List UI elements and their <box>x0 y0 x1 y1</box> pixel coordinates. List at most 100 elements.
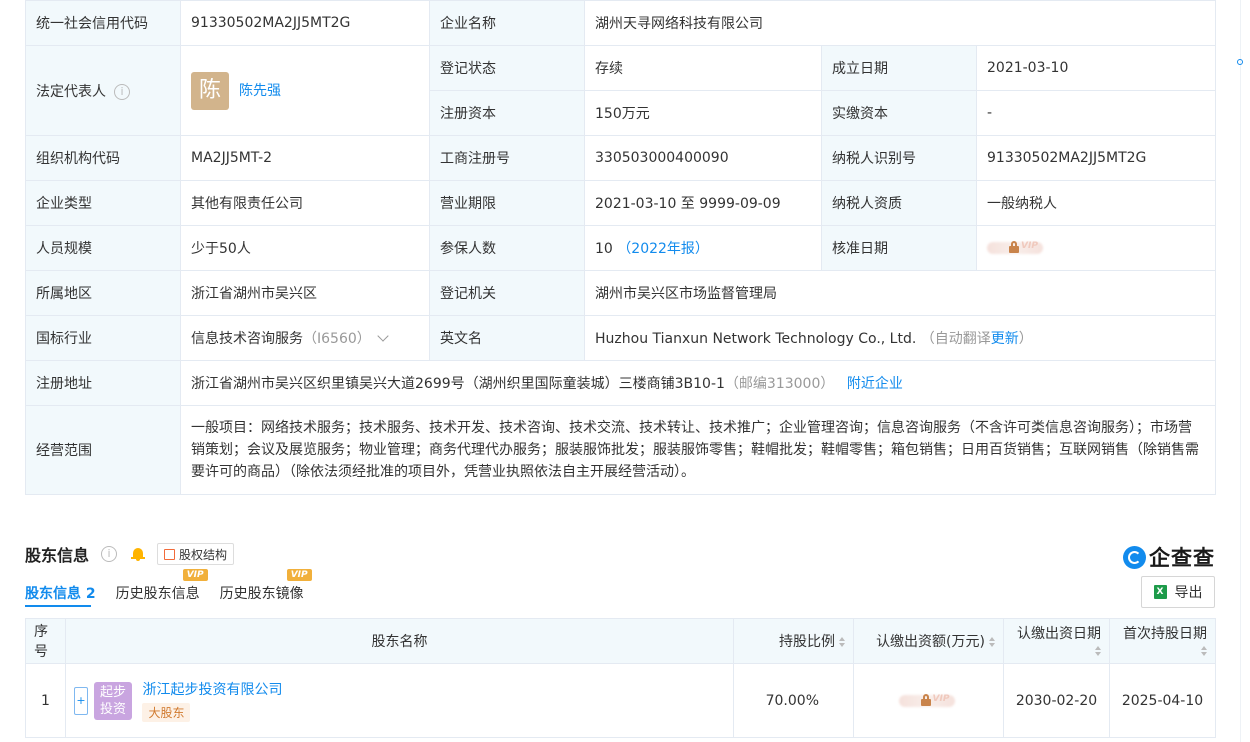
col-name: 股东名称 <box>65 618 734 664</box>
col-ratio[interactable]: 持股比例 <box>733 618 854 664</box>
biz-term-value: 2021-03-10 至 9999-09-09 <box>584 180 822 226</box>
qcc-logo-icon <box>1123 545 1146 569</box>
english-name-value: Huzhou Tianxun Network Technology Co., L… <box>595 331 917 347</box>
reg-status-value: 存续 <box>584 45 822 91</box>
taxpayer-id-label: 纳税人识别号 <box>821 135 977 181</box>
legal-rep-label: 法定代表人 <box>36 83 106 100</box>
shareholder-section-header: 股东信息 i 股权结构 <box>25 541 235 567</box>
sort-icon[interactable] <box>839 637 845 647</box>
brand-name: 企查查 <box>1149 546 1215 570</box>
update-link[interactable]: 更新 <box>991 331 1019 347</box>
address-value: 浙江省湖州市吴兴区织里镇吴兴大道2699号（湖州织里国际童装城）三楼商铺3B10… <box>191 376 725 392</box>
approval-date-label: 核准日期 <box>821 225 977 271</box>
address-label: 注册地址 <box>25 360 181 406</box>
first-hold-date: 2025-04-10 <box>1109 663 1216 738</box>
english-name-label: 英文名 <box>429 315 585 361</box>
industry-code: （I6560） <box>303 331 371 347</box>
equity-structure-button[interactable]: 股权结构 <box>157 543 235 565</box>
org-code-label: 组织机构代码 <box>25 135 181 181</box>
vip-locked-value[interactable]: VIP <box>898 693 959 709</box>
col-subscribe-date-label: 认缴出资日期 <box>1017 626 1101 642</box>
lock-icon <box>920 693 931 706</box>
paid-capital-value: - <box>976 90 1216 136</box>
avatar: 陈 <box>191 71 229 110</box>
active-tab-indicator <box>25 605 91 607</box>
org-code-value: MA2JJ5MT-2 <box>180 135 430 181</box>
legal-rep-label-cell: 法定代表人 i <box>25 45 181 136</box>
vip-badge: VIP <box>286 569 312 581</box>
biz-reg-no-label: 工商注册号 <box>429 135 585 181</box>
info-icon[interactable]: i <box>101 546 118 562</box>
tab-shareholder-info[interactable]: 股东信息 2 <box>25 583 96 605</box>
col-first-date[interactable]: 首次持股日期 <box>1109 618 1216 664</box>
tab-label: 股东信息 <box>25 586 81 602</box>
auto-translate-close: ） <box>1018 331 1033 347</box>
company-name-label: 企业名称 <box>429 0 585 46</box>
vip-locked-value[interactable]: VIP <box>987 240 1047 256</box>
bell-icon[interactable] <box>131 547 146 561</box>
brand-logo: 企查查 <box>1123 542 1215 572</box>
expand-icon[interactable]: + <box>74 686 88 715</box>
col-first-date-label: 首次持股日期 <box>1123 626 1207 642</box>
shareholder-table: 序号 股东名称 持股比例 认缴出资额(万元) 认缴出资日期 首次持股日期 1 +… <box>25 618 1216 738</box>
sort-icon[interactable] <box>1095 646 1101 656</box>
nav-anchor-dot[interactable] <box>1237 59 1243 65</box>
taxpayer-qual-value: 一般纳税人 <box>976 180 1216 226</box>
reg-status-label: 登记状态 <box>429 45 585 91</box>
equity-structure-label: 股权结构 <box>179 547 228 562</box>
insured-label: 参保人数 <box>429 225 585 271</box>
credit-code-label: 统一社会信用代码 <box>25 0 181 46</box>
tab-history-shareholders[interactable]: 历史股东信息 VIP <box>116 569 208 605</box>
shareholder-name-link[interactable]: 浙江起步投资有限公司 <box>142 679 282 699</box>
business-info-table: 统一社会信用代码 91330502MA2JJ5MT2G 企业名称 湖州天寻网络科… <box>25 0 1216 495</box>
section-title: 股东信息 <box>25 546 90 565</box>
tab-history-mirror[interactable]: 历史股东镜像 VIP <box>220 569 312 605</box>
reg-authority-value: 湖州市吴兴区市场监督管理局 <box>584 270 1216 316</box>
company-name-value: 湖州天寻网络科技有限公司 <box>584 0 1216 46</box>
col-amount[interactable]: 认缴出资额(万元) <box>853 618 1004 664</box>
staff-size-value: 少于50人 <box>180 225 430 271</box>
subscribe-date: 2030-02-20 <box>1003 663 1110 738</box>
structure-icon <box>164 548 176 560</box>
auto-translate-note: （自动翻译 <box>920 331 991 347</box>
lock-icon <box>1009 241 1019 253</box>
major-shareholder-badge: 大股东 <box>142 703 191 722</box>
export-label: 导出 <box>1174 585 1203 601</box>
export-button[interactable]: X 导出 <box>1141 576 1215 608</box>
industry-label: 国标行业 <box>25 315 181 361</box>
english-name-cell: Huzhou Tianxun Network Technology Co., L… <box>584 315 1216 361</box>
founded-value: 2021-03-10 <box>976 45 1216 91</box>
postcode: （邮编313000） <box>724 376 835 392</box>
scope-label: 经营范围 <box>25 405 181 495</box>
company-type-value: 其他有限责任公司 <box>180 180 430 226</box>
chevron-down-icon[interactable] <box>377 330 389 342</box>
shareholder-name-cell: +起步投资 浙江起步投资有限公司 大股东 <box>65 663 734 738</box>
col-subscribe-date[interactable]: 认缴出资日期 <box>1003 618 1110 664</box>
amount-cell: VIP <box>853 663 1004 738</box>
region-label: 所属地区 <box>25 270 181 316</box>
annual-report-link[interactable]: （2022年报） <box>617 241 709 257</box>
industry-cell[interactable]: 信息技术咨询服务（I6560） <box>180 315 430 361</box>
col-ratio-label: 持股比例 <box>779 634 835 650</box>
region-value: 浙江省湖州市吴兴区 <box>180 270 430 316</box>
share-ratio: 70.00% <box>733 663 854 738</box>
legal-rep-link[interactable]: 陈先强 <box>239 83 281 99</box>
company-type-label: 企业类型 <box>25 180 181 226</box>
col-amount-label: 认缴出资额(万元) <box>876 634 985 650</box>
table-row: 1 +起步投资 浙江起步投资有限公司 大股东 70.00% VIP 2030-0… <box>25 663 1216 738</box>
biz-reg-no-value: 330503000400090 <box>584 135 822 181</box>
sort-icon[interactable] <box>989 637 995 647</box>
nearby-companies-link[interactable]: 附近企业 <box>847 376 903 392</box>
credit-code-value: 91330502MA2JJ5MT2G <box>180 0 430 46</box>
sort-icon[interactable] <box>1201 646 1207 656</box>
vip-badge: VIP <box>182 569 208 581</box>
info-icon[interactable]: i <box>114 83 130 100</box>
founded-label: 成立日期 <box>821 45 977 91</box>
shareholder-tabs: 股东信息 2 历史股东信息 VIP 历史股东镜像 VIP <box>25 569 324 605</box>
reg-authority-label: 登记机关 <box>429 270 585 316</box>
tab-count: 2 <box>85 586 96 602</box>
paid-capital-label: 实缴资本 <box>821 90 977 136</box>
insured-value: 10 <box>595 241 613 257</box>
company-logo: 起步投资 <box>94 681 132 720</box>
taxpayer-id-value: 91330502MA2JJ5MT2G <box>976 135 1216 181</box>
